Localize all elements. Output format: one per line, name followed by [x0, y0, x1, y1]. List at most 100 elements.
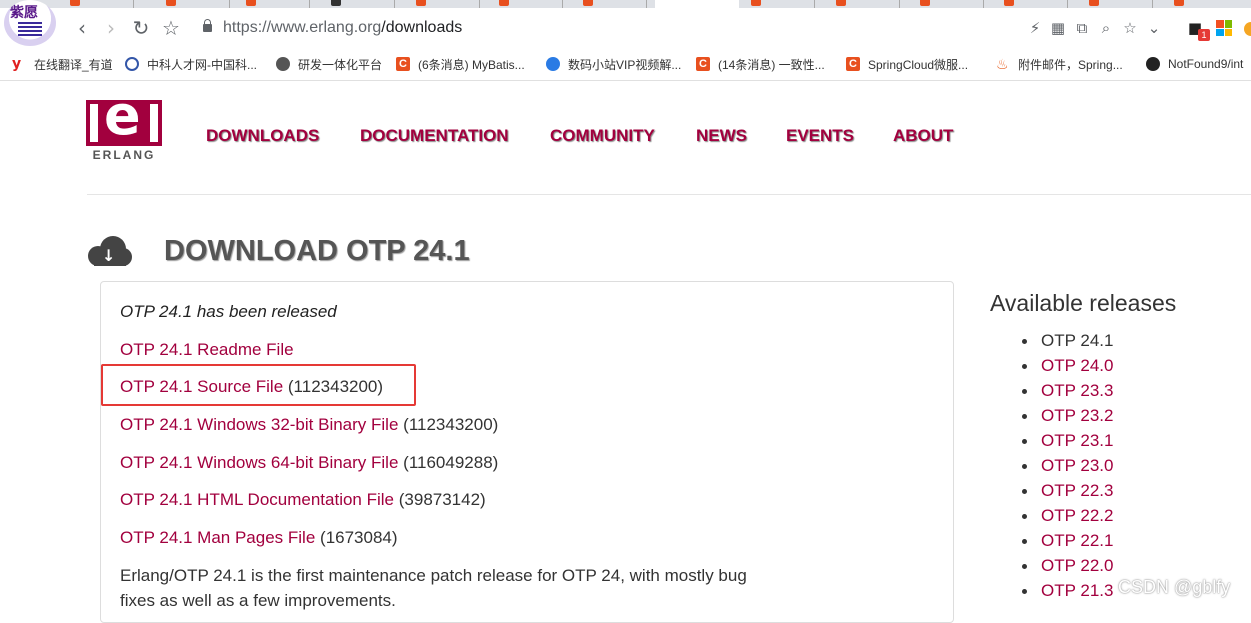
bookmark-item[interactable]: C SpringCloud微服...: [846, 48, 968, 80]
release-link[interactable]: OTP 22.1: [1041, 531, 1113, 550]
forward-icon[interactable]: ›: [99, 16, 123, 40]
chevron-down-icon[interactable]: ⌄: [1145, 19, 1163, 37]
cloud-download-icon: ↓: [86, 236, 132, 268]
browser-tab[interactable]: [830, 0, 900, 8]
browser-tab[interactable]: [160, 0, 230, 8]
win64-binary-link[interactable]: OTP 24.1 Windows 64-bit Binary File: [120, 453, 398, 472]
translate-icon[interactable]: ⧉: [1073, 19, 1091, 37]
browser-tab-active[interactable]: [655, 0, 739, 8]
browser-tab[interactable]: [1083, 0, 1153, 8]
csdn-icon: [499, 0, 509, 6]
browser-tab[interactable]: [577, 0, 647, 8]
bookmark-label: SpringCloud微服...: [868, 57, 969, 72]
erlang-logo[interactable]: e ERLANG: [86, 86, 162, 164]
release-link[interactable]: OTP 22.2: [1041, 506, 1113, 525]
youdao-icon: y: [12, 56, 22, 72]
release-note: OTP 24.1 has been released: [120, 302, 337, 321]
browser-tab[interactable]: [1168, 0, 1238, 8]
address-bar[interactable]: https://www.erlang.org/downloads: [223, 19, 462, 37]
download-row: OTP 24.1 Windows 32-bit Binary File (112…: [120, 415, 498, 435]
download-row: OTP 24.1 HTML Documentation File (398731…: [120, 490, 486, 510]
bookmark-item[interactable]: 数码小站VIP视频解...: [546, 48, 681, 80]
star-icon[interactable]: ☆: [1121, 19, 1139, 37]
download-row: OTP 24.1 Readme File: [120, 340, 294, 360]
round-logo-icon: [125, 57, 139, 71]
highlight-box: [101, 364, 416, 406]
csdn-icon: C: [396, 57, 410, 71]
release-link-current[interactable]: OTP 24.1: [1041, 331, 1113, 350]
release-item: OTP 24.0: [1022, 355, 1113, 380]
browser-tab[interactable]: [410, 0, 480, 8]
browser-tab[interactable]: [493, 0, 563, 8]
bookmark-item[interactable]: y 在线翻译_有道: [12, 48, 113, 80]
html-docs-link[interactable]: OTP 24.1 HTML Documentation File: [120, 490, 394, 509]
man-pages-link[interactable]: OTP 24.1 Man Pages File: [120, 528, 315, 547]
release-link[interactable]: OTP 22.0: [1041, 556, 1113, 575]
win32-binary-link[interactable]: OTP 24.1 Windows 32-bit Binary File: [120, 415, 398, 434]
releases-list: OTP 24.1 OTP 24.0 OTP 23.3 OTP 23.2 OTP …: [1022, 330, 1113, 605]
browser-tab[interactable]: [325, 0, 395, 8]
blue-logo-icon: [546, 57, 560, 71]
download-row: OTP 24.1 Windows 64-bit Binary File (116…: [120, 453, 498, 473]
bookmark-label: (14条消息) 一致性...: [718, 57, 825, 72]
release-item: OTP 23.2: [1022, 405, 1113, 430]
nav-community[interactable]: COMMUNITY: [550, 126, 655, 146]
readme-file-link[interactable]: OTP 24.1 Readme File: [120, 340, 294, 359]
release-item: OTP 21.3: [1022, 580, 1113, 605]
back-icon[interactable]: ‹: [70, 16, 94, 40]
nav-documentation[interactable]: DOCUMENTATION: [360, 126, 509, 146]
github-icon: [1146, 57, 1160, 71]
microsoft-logo-icon[interactable]: [1216, 20, 1232, 36]
bookmark-item[interactable]: 中科人才网-中国科...: [125, 48, 257, 80]
release-link[interactable]: OTP 23.0: [1041, 456, 1113, 475]
bookmark-label: NotFound9/int: [1168, 57, 1244, 71]
release-item: OTP 22.1: [1022, 530, 1113, 555]
csdn-icon: [1089, 0, 1099, 6]
browser-tab[interactable]: [914, 0, 984, 8]
browser-tab[interactable]: [998, 0, 1068, 8]
nav-about[interactable]: ABOUT: [893, 126, 953, 146]
bookmarks-bar: y 在线翻译_有道 中科人才网-中国科... 研发一体化平台 C (6条消息) My…: [0, 48, 1251, 81]
release-item: OTP 24.1: [1022, 330, 1113, 355]
file-size: (1673084): [320, 528, 398, 547]
url-path: /downloads: [381, 19, 463, 36]
logo-text: ERLANG: [92, 148, 156, 162]
profile-dot-icon[interactable]: [1244, 22, 1251, 36]
bookmark-item[interactable]: 研发一体化平台: [276, 48, 382, 80]
bookmark-item[interactable]: C (6条消息) MyBatis...: [396, 48, 525, 80]
release-link[interactable]: OTP 23.1: [1041, 431, 1113, 450]
reload-icon[interactable]: ↻: [129, 16, 153, 40]
bookmark-item[interactable]: C (14条消息) 一致性...: [696, 48, 825, 80]
profile-avatar[interactable]: 紫愿: [4, 0, 56, 46]
release-item: OTP 23.0: [1022, 455, 1113, 480]
nav-downloads[interactable]: DOWNLOADS: [206, 126, 319, 146]
extension-badge: 1: [1198, 29, 1210, 41]
nav-news[interactable]: NEWS: [696, 126, 747, 146]
bookmark-item[interactable]: NotFound9/int: [1146, 48, 1243, 80]
csdn-icon: [416, 0, 426, 6]
csdn-icon: C: [846, 57, 860, 71]
qr-code-icon[interactable]: ▦: [1049, 19, 1067, 37]
csdn-icon: C: [696, 57, 710, 71]
zoom-icon[interactable]: ⌕: [1097, 19, 1115, 37]
lightning-icon[interactable]: ⚡: [1026, 19, 1044, 37]
release-item: OTP 22.0: [1022, 555, 1113, 580]
bookmark-label: 中科人才网-中国科...: [147, 57, 257, 72]
csdn-icon: [836, 0, 846, 6]
csdn-icon: [751, 0, 761, 6]
browser-tab[interactable]: [240, 0, 310, 8]
release-link[interactable]: OTP 21.3: [1041, 581, 1113, 600]
browser-tab[interactable]: [745, 0, 815, 8]
release-item: OTP 23.3: [1022, 380, 1113, 405]
browser-tab[interactable]: [64, 0, 134, 8]
release-link[interactable]: OTP 23.2: [1041, 406, 1113, 425]
release-link[interactable]: OTP 24.0: [1041, 356, 1113, 375]
csdn-watermark: CSDN @gblfy: [1118, 577, 1231, 597]
release-item: OTP 22.3: [1022, 480, 1113, 505]
bookmark-star-icon[interactable]: ☆: [159, 16, 183, 40]
nav-events[interactable]: EVENTS: [786, 126, 854, 146]
release-link[interactable]: OTP 23.3: [1041, 381, 1113, 400]
bookmark-item[interactable]: ♨ 附件邮件，Spring...: [996, 48, 1123, 80]
release-link[interactable]: OTP 22.3: [1041, 481, 1113, 500]
file-size: (39873142): [398, 490, 486, 509]
